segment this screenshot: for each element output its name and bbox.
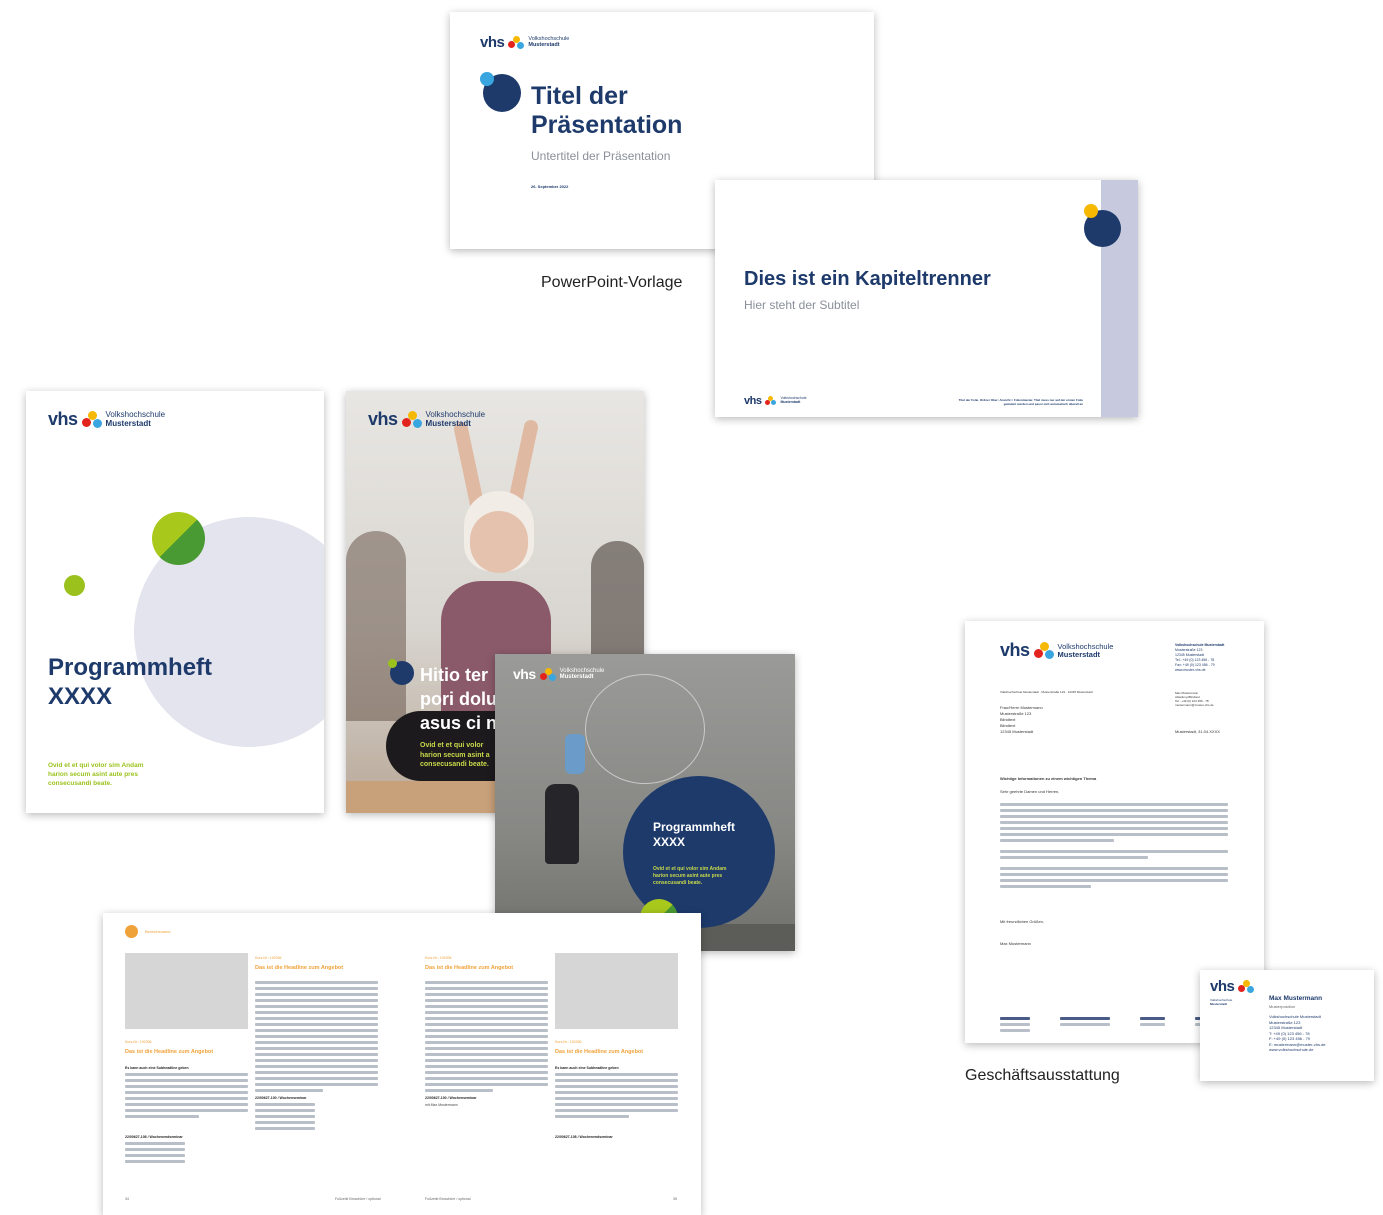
course-no: Kurs-Nr.: 192306 bbox=[125, 1040, 152, 1044]
caption-business: Geschäftsausstattung bbox=[965, 1067, 1120, 1084]
card-org-name: Volkshochschule Musterstadt bbox=[1210, 998, 1233, 1006]
image-placeholder bbox=[555, 953, 678, 1029]
footer-left: Fußzeile Broschüre / optional bbox=[335, 1197, 381, 1201]
event-details bbox=[125, 1142, 185, 1166]
body-text bbox=[425, 981, 548, 1095]
body-text bbox=[125, 1073, 248, 1121]
letter-closing: Mit freundlichen Grüßen, bbox=[1000, 919, 1045, 924]
offer-headline: Das ist die Headline zum Angebot bbox=[555, 1049, 644, 1055]
vhs-wordmark: vhs bbox=[48, 409, 78, 429]
offer-headline: Das ist die Headline zum Angebot bbox=[425, 965, 514, 971]
vhs-logo: vhs Volkshochschule Musterstadt bbox=[48, 409, 165, 430]
course-no: Kurs-Nr.: 192306 bbox=[425, 956, 452, 960]
vhs-org-name: Volkshochschule Musterstadt bbox=[780, 396, 807, 404]
vhs-wordmark: vhs bbox=[513, 666, 536, 682]
section-icon bbox=[125, 925, 138, 938]
offer-subheadline: Es kann auch eine Subheadline geben bbox=[125, 1066, 189, 1070]
offer-headline: Das ist die Headline zum Angebot bbox=[255, 965, 344, 971]
business-card: vhs Volkshochschule Musterstadt Max Must… bbox=[1200, 970, 1374, 1081]
photo-circle-accent-icon bbox=[388, 659, 397, 668]
chapter-title: Dies ist ein Kapiteltrenner bbox=[744, 268, 991, 290]
vhs-logo: vhs Volkshochschule Musterstadt bbox=[368, 409, 485, 430]
chapter-circle-accent-icon bbox=[1084, 204, 1098, 218]
footer-right: Fußzeile Broschüre / optional bbox=[425, 1197, 471, 1201]
letter-signature: Max Mustermann bbox=[1000, 941, 1031, 946]
vhs-org-name: Volkshochschule Musterstadt bbox=[425, 410, 486, 428]
event-info: 22/00627-108 / Wochenendseminar bbox=[555, 1135, 613, 1139]
programm-title: Programmheft XXXX bbox=[48, 654, 213, 710]
programm-cover-wall: vhs Volkshochschule Musterstadt Programmh… bbox=[495, 654, 795, 951]
vhs-org-name: Volkshochschule Musterstadt bbox=[559, 667, 605, 680]
recipient-block: Frau/Herrn Mustermann Musterstraße 123 B… bbox=[1000, 705, 1043, 734]
chapter-footer-note: Titel der Folie. Ordner Ober: Ansicht > … bbox=[958, 398, 1083, 406]
vhs-dots-icon bbox=[508, 35, 525, 50]
title-circle-accent-icon bbox=[480, 72, 494, 86]
section-label: Bereichsname bbox=[145, 929, 171, 934]
vhs-wordmark: vhs bbox=[368, 409, 398, 429]
return-address: Volkshochschule Musterstadt · Musterstra… bbox=[1000, 690, 1093, 694]
letter-salutation: Sehr geehrte Damen und Herren, bbox=[1000, 789, 1060, 794]
page-number-left: 34 bbox=[125, 1197, 129, 1201]
slide-date: 26. September 2022 bbox=[531, 184, 569, 189]
vhs-logo: vhs Volkshochschule Musterstadt bbox=[1000, 640, 1113, 661]
vhs-wordmark: vhs bbox=[480, 34, 505, 51]
card-name: Max Mustermann bbox=[1269, 995, 1323, 1002]
slide-chapter-card: Dies ist ein Kapiteltrenner Hier steht d… bbox=[715, 180, 1138, 417]
lime-dot-icon bbox=[64, 575, 85, 596]
vhs-dots-icon bbox=[401, 411, 422, 428]
vhs-dots-icon bbox=[81, 411, 102, 428]
vhs-org-name: Volkshochschule Musterstadt bbox=[105, 410, 166, 428]
event-info: 22/00627-108 / Wochenendseminar bbox=[125, 1135, 183, 1139]
programm-cover-plain: vhs Volkshochschule Musterstadt Programmh… bbox=[26, 391, 324, 813]
body-text bbox=[555, 1073, 678, 1121]
lime-circle-icon bbox=[152, 512, 205, 565]
vhs-dots-icon bbox=[1238, 979, 1255, 994]
caption-powerpoint: PowerPoint-Vorlage bbox=[541, 274, 683, 291]
brochure-spread: Bereichsname Kurs-Nr.: 192306 Das ist di… bbox=[103, 913, 701, 1215]
vhs-org-name: Volkshochschule Musterstadt bbox=[528, 35, 570, 48]
event-details bbox=[255, 1103, 315, 1133]
letter-date: Musterstadt, 31.04.XXXX bbox=[1175, 729, 1220, 734]
offer-headline: Das ist die Headline zum Angebot bbox=[125, 1049, 214, 1055]
body-text bbox=[255, 981, 378, 1095]
letter-subject: Wichtige Informationen zu einem wichtige… bbox=[1000, 776, 1097, 781]
photo-headline: Hitio ter pori dolu asus ci n bbox=[420, 665, 498, 733]
contact-block: Max Mustermann Abteilung Blindtext Tel.:… bbox=[1175, 691, 1214, 707]
vhs-logo: vhs bbox=[1210, 978, 1255, 995]
slide-subtitle: Untertitel der Präsentation bbox=[531, 149, 671, 163]
image-placeholder bbox=[125, 953, 248, 1029]
sender-block: Volkshochschule Musterstadt Musterstraße… bbox=[1175, 643, 1225, 672]
course-no: Kurs-Nr.: 192306 bbox=[555, 1040, 582, 1044]
slide-title: Titel der Präsentation bbox=[531, 82, 683, 139]
course-no: Kurs-Nr.: 192306 bbox=[255, 956, 282, 960]
vhs-dots-icon bbox=[765, 396, 777, 406]
event-info: 22/00627-100 / Wochenseminar bbox=[425, 1096, 477, 1100]
vhs-logo: vhs Volkshochschule Musterstadt bbox=[744, 395, 807, 407]
wall-tagline: Ovid et et qui volor sim Andam harion se… bbox=[653, 866, 727, 886]
vhs-logo: vhs Volkshochschule Musterstadt bbox=[513, 666, 604, 682]
letter-body bbox=[1000, 803, 1228, 891]
page-number-right: 35 bbox=[673, 1197, 677, 1201]
chapter-subtitle: Hier steht der Subtitel bbox=[744, 298, 860, 312]
wall-title: Programmheft XXXX bbox=[653, 820, 736, 849]
event-trainer: mit Max Mustermann bbox=[425, 1103, 458, 1107]
vhs-logo: vhs Volkshochschule Musterstadt bbox=[480, 34, 569, 51]
card-position: Musterposition bbox=[1269, 1004, 1296, 1009]
offer-subheadline: Es kann auch eine Subheadline geben bbox=[555, 1066, 619, 1070]
vhs-wordmark: vhs bbox=[744, 395, 762, 407]
event-info: 22/00627-100 / Wochenseminar bbox=[255, 1096, 307, 1100]
card-details: Volkshochschule Musterstadt Musterstraße… bbox=[1269, 1014, 1326, 1052]
vhs-org-name: Volkshochschule Musterstadt bbox=[1057, 641, 1114, 659]
programm-tagline: Ovid et et qui volor sim Andam harion se… bbox=[48, 762, 144, 787]
vhs-dots-icon bbox=[539, 667, 556, 681]
vhs-dots-icon bbox=[1033, 642, 1054, 659]
vhs-wordmark: vhs bbox=[1210, 978, 1235, 995]
vhs-wordmark: vhs bbox=[1000, 640, 1030, 660]
photo-tagline: Ovid et et qui volor harion secum asint … bbox=[420, 742, 490, 768]
